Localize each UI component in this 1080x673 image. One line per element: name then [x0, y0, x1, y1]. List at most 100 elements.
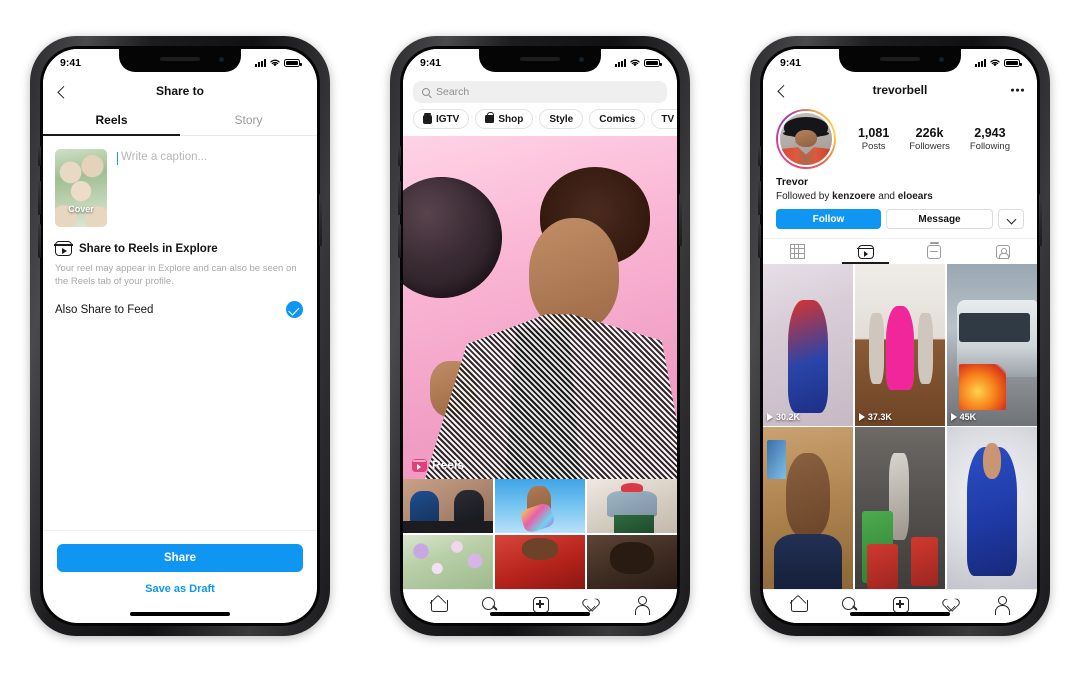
explore-thumbnail[interactable]: [403, 534, 494, 589]
explore-thumbnail[interactable]: [494, 479, 586, 534]
power-button[interactable]: [1039, 194, 1042, 246]
stat-value: 1,081: [857, 126, 890, 140]
status-time: 9:41: [780, 56, 802, 69]
tab-grid[interactable]: [763, 239, 832, 264]
volume-down-button[interactable]: [758, 224, 761, 258]
cellular-signal-icon: [255, 59, 266, 67]
search-container: Search: [403, 76, 677, 109]
notch: [479, 49, 601, 72]
volume-up-button[interactable]: [38, 181, 41, 215]
home-icon[interactable]: [430, 595, 448, 612]
heart-icon[interactable]: [942, 595, 959, 612]
home-icon[interactable]: [790, 595, 808, 612]
plus-square-icon[interactable]: [891, 595, 909, 613]
chip-comics[interactable]: Comics: [589, 109, 646, 129]
save-as-draft-button[interactable]: Save as Draft: [57, 583, 303, 595]
earpiece-speaker: [520, 57, 560, 61]
search-icon[interactable]: [841, 595, 859, 612]
volume-down-button[interactable]: [398, 224, 401, 258]
chip-igtv[interactable]: IGTV: [413, 109, 470, 129]
stat-posts[interactable]: 1,081 Posts: [858, 126, 889, 152]
volume-up-button[interactable]: [398, 181, 401, 215]
followed-by-user-1[interactable]: kenzoere: [832, 191, 875, 202]
view-count-value: 45K: [959, 411, 977, 422]
wifi-icon: [630, 59, 640, 67]
mute-switch[interactable]: [398, 146, 401, 166]
reel-thumbnail[interactable]: [854, 427, 946, 589]
checkmark-icon[interactable]: [286, 301, 303, 319]
person-icon[interactable]: [993, 595, 1011, 615]
followed-by-user-2[interactable]: eloears: [898, 191, 933, 202]
chevron-down-icon[interactable]: [998, 209, 1024, 229]
person-icon[interactable]: [633, 595, 651, 615]
basketball-graphic: [403, 177, 502, 298]
mute-switch[interactable]: [758, 146, 761, 166]
chip-tv-movies[interactable]: TV & Movies: [651, 109, 677, 129]
search-icon[interactable]: [481, 595, 499, 612]
earpiece-speaker: [880, 57, 920, 61]
chevron-left-icon[interactable]: [57, 85, 71, 99]
reels-icon: [412, 458, 427, 472]
power-button[interactable]: [679, 194, 682, 246]
reel-thumbnail[interactable]: [946, 427, 1037, 589]
cellular-signal-icon: [615, 59, 626, 67]
tab-story[interactable]: Story: [180, 106, 317, 135]
search-input[interactable]: Search: [413, 81, 667, 103]
explore-thumbnail[interactable]: [494, 534, 586, 589]
tab-reels[interactable]: Reels: [43, 106, 180, 136]
avatar-image: [780, 113, 832, 165]
chip-style[interactable]: Style: [539, 109, 584, 129]
volume-up-button[interactable]: [758, 181, 761, 215]
explore-thumbnail[interactable]: [586, 479, 677, 534]
share-to-explore-header: Share to Reels in Explore: [43, 227, 317, 256]
share-button[interactable]: Share: [57, 544, 303, 572]
mute-switch[interactable]: [38, 146, 41, 166]
status-indicators: [975, 58, 1022, 67]
chip-shop[interactable]: Shop: [475, 109, 534, 129]
home-indicator[interactable]: [130, 612, 230, 616]
follow-button[interactable]: Follow: [776, 209, 881, 229]
reels-badge-label: Reels: [432, 458, 465, 472]
stat-value: 226k: [915, 126, 944, 140]
front-camera: [219, 57, 224, 62]
heart-icon[interactable]: [582, 595, 599, 612]
home-indicator[interactable]: [850, 612, 950, 616]
reel-thumbnail[interactable]: 45K: [946, 264, 1037, 426]
phone-bezel: 9:41 Share to Reels Story Cover Write a …: [38, 46, 322, 626]
phone1-body: Share to Reels Story Cover Write a capti…: [43, 76, 317, 623]
text-caret: [117, 152, 119, 165]
phone-bezel: 9:41 trevorbell 1,081 Posts 226k Followe…: [758, 46, 1042, 626]
stat-following[interactable]: 2,943 Following: [970, 126, 1010, 152]
also-share-to-feed-label: Also Share to Feed: [55, 303, 154, 316]
home-indicator[interactable]: [490, 612, 590, 616]
reel-thumbnail[interactable]: 30.2K: [763, 264, 854, 426]
phone3-body: trevorbell 1,081 Posts 226k Followers 2,…: [763, 76, 1037, 623]
explore-thumbnail[interactable]: [403, 479, 494, 534]
chevron-left-icon[interactable]: [777, 84, 791, 98]
plus-square-icon[interactable]: [531, 595, 549, 613]
volume-down-button[interactable]: [38, 224, 41, 258]
phone-bezel: 9:41 Search IGTV Shop Style Comics TV Re…: [398, 46, 682, 626]
explore-hero-reel[interactable]: Reels: [403, 136, 677, 479]
person-face-graphic: [529, 218, 620, 332]
caption-input[interactable]: Write a caption...: [117, 149, 305, 227]
tab-tagged[interactable]: [969, 239, 1038, 264]
category-chips: IGTV Shop Style Comics TV & Movies: [403, 109, 677, 136]
more-dots-icon[interactable]: [1010, 88, 1024, 92]
reel-thumbnail[interactable]: [763, 427, 854, 589]
message-button[interactable]: Message: [886, 209, 993, 229]
stat-followers[interactable]: 226k Followers: [909, 126, 950, 152]
explore-thumbnail[interactable]: [586, 534, 677, 589]
tab-reels[interactable]: [832, 239, 901, 264]
view-count-value: 30.2K: [776, 411, 801, 422]
power-button[interactable]: [319, 194, 322, 246]
avatar[interactable]: [776, 109, 836, 169]
profile-reels-grid: 30.2K 37.3K 45K: [763, 264, 1037, 589]
phone-mockup-share-to: 9:41 Share to Reels Story Cover Write a …: [30, 36, 330, 636]
cover-label: Cover: [68, 204, 94, 214]
also-share-to-feed-row[interactable]: Also Share to Feed: [43, 288, 317, 319]
reel-thumbnail[interactable]: 37.3K: [854, 264, 946, 426]
cover-thumbnail[interactable]: Cover: [55, 149, 107, 227]
phone1-screen: 9:41 Share to Reels Story Cover Write a …: [43, 49, 317, 623]
tab-igtv[interactable]: [900, 239, 969, 264]
